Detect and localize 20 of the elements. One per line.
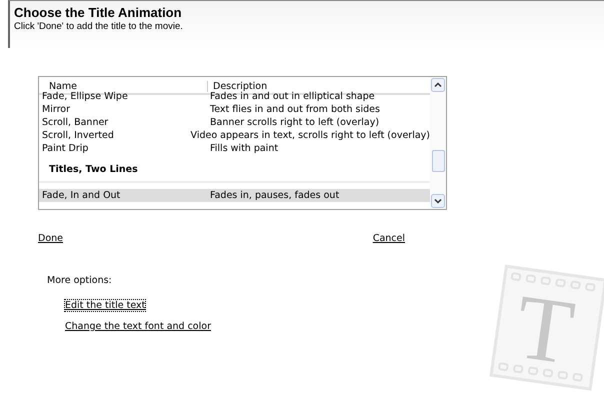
cancel-link[interactable]: Cancel xyxy=(372,233,405,244)
option-link[interactable]: Edit the title text xyxy=(65,300,146,311)
list-row[interactable]: Scroll, Banner Banner scrolls right to left (overlay) xyxy=(39,116,430,129)
column-header[interactable]: Name xyxy=(39,80,208,92)
done-link[interactable]: Done xyxy=(38,233,63,244)
option-link[interactable]: Change the text font and color xyxy=(65,321,211,332)
list-row[interactable]: Fade, Ellipse Wipe Fades in and out in elliptical shape xyxy=(39,90,430,103)
scroll-up-icon[interactable] xyxy=(431,78,445,92)
more-options-label: More options: xyxy=(47,275,113,286)
scrollbar[interactable] xyxy=(430,77,446,209)
instruction-text: Click 'Done' to add the title to the movie. xyxy=(14,21,184,32)
list-row[interactable]: Mirror Text flies in and out from both sides xyxy=(39,103,430,116)
list-row[interactable]: Paint Drip Fills with paint xyxy=(39,142,430,155)
scroll-thumb[interactable] xyxy=(432,150,445,172)
group-heading: Titles, Two Lines xyxy=(39,155,430,183)
scroll-down-icon[interactable] xyxy=(431,194,445,208)
page-title: Choose the Title Animation xyxy=(14,5,183,20)
list-row[interactable]: Fade, In and Out Fades in, pauses, fades out xyxy=(39,189,430,202)
list-row[interactable]: Scroll, Inverted Video appears in text, scrolls right to left (overlay) xyxy=(39,129,430,142)
column-header[interactable]: Description xyxy=(208,80,268,92)
